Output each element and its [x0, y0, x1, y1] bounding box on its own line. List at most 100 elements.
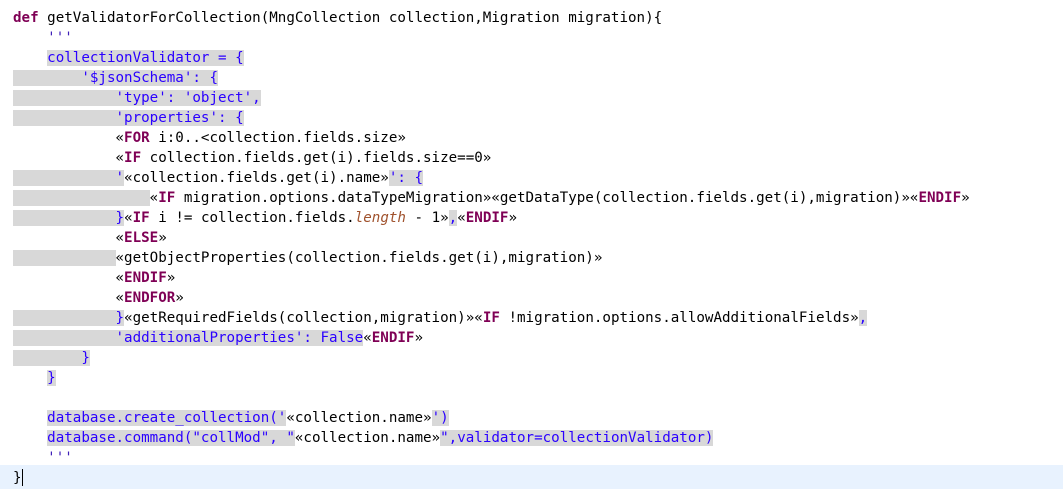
code-line[interactable]: 'additionalProperties': False«ENDIF»	[13, 328, 423, 348]
current-line-highlight	[0, 465, 1063, 489]
code-line[interactable]: }	[13, 348, 90, 368]
code-line[interactable]: '''	[13, 28, 73, 48]
code-editor[interactable]: def getValidatorForCollection(MngCollect…	[0, 0, 1063, 496]
code-token: IF	[158, 190, 176, 206]
code-token	[13, 210, 48, 226]
code-token: length	[354, 210, 406, 226]
code-token: «	[115, 150, 125, 166]
code-line[interactable]: «ENDIF»	[13, 268, 176, 288]
code-line[interactable]: «ELSE»	[13, 228, 167, 248]
code-token: ENDIF	[124, 270, 167, 286]
code-line[interactable]: }	[13, 368, 56, 388]
code-token: »	[508, 210, 518, 226]
code-token: }	[47, 370, 56, 386]
code-line[interactable]: collectionValidator = {	[13, 48, 244, 68]
code-token: i:0..<collection.fields.size»	[149, 130, 406, 146]
code-token: collection.fields.get(i).fields.size==0»	[141, 150, 492, 166]
code-token: database.command("collMod", "	[47, 430, 295, 446]
code-token: ENDIF	[465, 210, 509, 226]
code-token	[47, 210, 116, 226]
code-token: »	[158, 230, 167, 246]
code-token: »	[961, 190, 970, 206]
code-token: «	[115, 130, 125, 146]
code-token	[13, 250, 48, 266]
code-token: «	[115, 270, 125, 286]
code-token: »	[166, 270, 176, 286]
code-token	[47, 310, 82, 326]
code-line[interactable]: }«IF i != collection.fields.length - 1»,…	[13, 208, 517, 228]
code-token: getValidatorForCollection(MngCollection …	[38, 10, 663, 26]
code-token: «	[124, 210, 133, 226]
code-token: ,	[858, 310, 868, 326]
code-token: ENDFOR	[124, 290, 176, 306]
code-token: i != collection.fields.	[149, 210, 355, 226]
code-token: ': {	[388, 170, 424, 186]
code-line[interactable]: «IF collection.fields.get(i).fields.size…	[13, 148, 492, 168]
code-line[interactable]: 'type': 'object',	[13, 88, 261, 108]
code-token: «	[115, 230, 125, 246]
code-token: ",validator=collectionValidator)	[440, 430, 714, 446]
code-token: «	[363, 330, 372, 346]
code-line[interactable]: database.command("collMod", "«collection…	[13, 428, 714, 448]
code-token: ,	[448, 210, 458, 226]
code-token	[13, 330, 48, 346]
code-token: «collection.fields.get(i).name»	[124, 170, 389, 186]
code-line[interactable]: «IF migration.options.dataTypeMigration»…	[13, 188, 970, 208]
code-token: IF	[482, 310, 500, 326]
code-line[interactable]: }	[13, 468, 22, 488]
code-token: «collection.name»	[294, 430, 441, 446]
code-token: »	[175, 290, 184, 306]
code-line[interactable]: 'properties': {	[13, 108, 244, 128]
code-token: database.create_collection('	[47, 410, 287, 426]
code-token: '	[115, 170, 125, 186]
code-token: migration.options.dataTypeMigration»«get…	[175, 190, 919, 206]
code-token: 'type': 'object',	[47, 90, 261, 106]
code-line[interactable]: '''	[13, 448, 73, 468]
code-token: }	[81, 310, 125, 326]
code-token	[13, 70, 48, 86]
code-line[interactable]: def getValidatorForCollection(MngCollect…	[13, 8, 662, 28]
code-token: ')	[431, 410, 449, 426]
code-line[interactable]: «getObjectProperties(collection.fields.g…	[13, 248, 602, 268]
code-token: 'additionalProperties': False	[47, 330, 364, 346]
code-token: «	[457, 210, 466, 226]
code-line[interactable]: '$jsonSchema': {	[13, 68, 219, 88]
code-token	[13, 90, 48, 106]
code-line[interactable]: }«getRequiredFields(collection,migration…	[13, 308, 868, 328]
code-token: «	[115, 290, 125, 306]
code-token	[47, 250, 116, 266]
code-token	[13, 310, 48, 326]
code-line[interactable]: «ENDFOR»	[13, 288, 184, 308]
code-token: - 1»	[405, 210, 449, 226]
code-token: »	[414, 330, 424, 346]
code-line[interactable]: '«collection.fields.get(i).name»': {	[13, 168, 424, 188]
code-token: «getObjectProperties(collection.fields.g…	[115, 250, 603, 266]
code-token: !migration.options.allowAdditionalFields…	[499, 310, 859, 326]
code-token: ELSE	[124, 230, 159, 246]
code-token: }	[47, 350, 90, 366]
code-token: FOR	[124, 130, 150, 146]
code-token: «getRequiredFields(collection,migration)…	[124, 310, 483, 326]
code-token: 'properties': {	[47, 110, 244, 126]
code-token: '$jsonSchema': {	[47, 70, 219, 86]
code-line[interactable]: database.create_collection('«collection.…	[13, 408, 449, 428]
code-token: '''	[47, 450, 73, 466]
code-token: ENDIF	[918, 190, 962, 206]
code-token: IF	[132, 210, 150, 226]
code-token: «collection.name»	[286, 410, 432, 426]
code-token: '''	[47, 30, 73, 46]
code-token	[13, 170, 48, 186]
code-token: ENDIF	[371, 330, 415, 346]
code-line[interactable]: «FOR i:0..<collection.fields.size»	[13, 128, 406, 148]
code-token: IF	[124, 150, 142, 166]
text-cursor	[22, 469, 23, 486]
